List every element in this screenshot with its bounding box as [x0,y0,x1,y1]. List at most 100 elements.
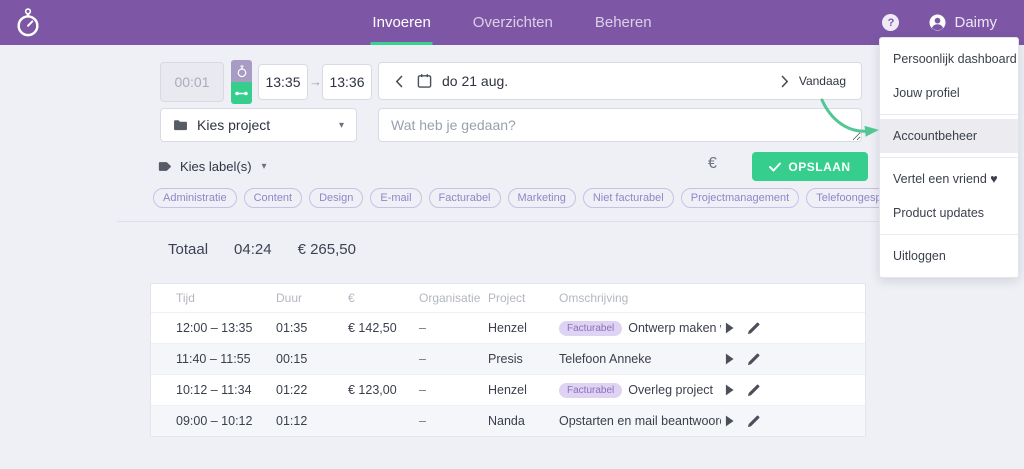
menu-item-uitloggen[interactable]: Uitloggen [880,239,1018,273]
facturabel-badge: Facturabel [559,321,622,336]
menu-item-accountbeheer[interactable]: Accountbeheer [880,119,1018,153]
menu-item-product-updates[interactable]: Product updates [880,196,1018,230]
table-header-row: Tijd Duur € Organisatie Project Omschrij… [151,284,865,312]
menu-item-jouw-profiel[interactable]: Jouw profiel [880,76,1018,110]
next-day-icon[interactable] [771,75,799,88]
save-button-label: OPSLAAN [788,160,850,174]
play-icon[interactable] [725,384,734,396]
time-range-mode-icon[interactable] [231,82,252,104]
cell-omschrijving: Telefoon Anneke [559,352,721,366]
user-name: Daimy [954,14,997,31]
chevron-down-icon: ▾ [262,161,267,172]
totals-row: Totaal 04:24 € 265,50 [168,241,356,258]
tag-icon [158,161,172,172]
menu-item-vertel-een-vriend[interactable]: Vertel een vriend ♥ [880,162,1018,196]
label-pill[interactable]: Projectmanagement [681,188,799,208]
col-header-organisatie: Organisatie [419,291,488,305]
today-button[interactable]: Vandaag [799,74,861,88]
label-options-row: Administratie Content Design E-mail Fact… [153,188,793,208]
play-icon[interactable] [725,415,734,427]
checkmark-icon [769,162,781,172]
col-header-omschrijving: Omschrijving [559,291,721,305]
calendar-icon [417,73,432,89]
current-date-label[interactable]: do 21 aug. [442,73,508,89]
table-row: 09:00 – 10:12 01:12 – Nanda Opstarten en… [151,405,865,436]
description-text: Overleg project [628,383,713,397]
time-arrow-icon: → [309,74,322,89]
menu-divider [880,234,1018,235]
label-pill[interactable]: Administratie [153,188,237,208]
cell-project: Presis [488,352,559,366]
project-select[interactable]: Kies project ▾ [160,108,357,142]
stopwatch-logo-icon[interactable] [14,7,42,43]
project-select-label: Kies project [197,117,270,133]
cell-tijd: 10:12 – 11:34 [151,383,276,397]
time-mode-toggle[interactable] [231,60,252,104]
cell-organisatie: – [419,321,488,335]
cell-bedrag: € 142,50 [348,321,419,335]
label-pill[interactable]: Marketing [508,188,576,208]
user-menu-button[interactable]: Daimy [929,14,997,31]
label-pill[interactable]: E-mail [370,188,421,208]
cell-organisatie: – [419,383,488,397]
previous-day-icon[interactable] [379,75,417,88]
end-time-input[interactable] [322,64,372,100]
description-text: Telefoon Anneke [559,352,651,366]
cell-duur: 01:22 [276,383,348,397]
label-pill[interactable]: Design [309,188,363,208]
play-icon[interactable] [725,322,734,334]
play-icon[interactable] [725,353,734,365]
currency-symbol: € [708,155,717,173]
col-header-project: Project [488,291,559,305]
label-pill[interactable]: Niet facturabel [583,188,674,208]
row-actions [721,322,760,335]
menu-item-persoonlijk-dashboard[interactable]: Persoonlijk dashboard [880,42,1018,76]
date-picker: do 21 aug. Vandaag [378,62,862,100]
edit-icon[interactable] [747,322,760,335]
save-button[interactable]: OPSLAAN [752,152,868,181]
app-header: Invoeren Overzichten Beheren ? Daimy [0,0,1024,45]
cell-omschrijving: Facturabel Overleg project [559,383,721,398]
user-avatar-icon [929,14,946,31]
cell-organisatie: – [419,352,488,366]
tab-beheren[interactable]: Beheren [593,0,654,45]
tab-overzichten[interactable]: Overzichten [471,0,555,45]
total-duration: 04:24 [234,241,272,258]
cell-duur: 01:12 [276,414,348,428]
cell-omschrijving: Opstarten en mail beantwoord... [559,414,721,428]
labels-dropdown-label: Kies label(s) [180,159,252,174]
stopwatch-mode-icon[interactable] [231,60,252,82]
tab-invoeren[interactable]: Invoeren [370,0,432,45]
description-input[interactable] [378,108,862,142]
row-actions [721,415,760,428]
timer-display: 00:01 [160,62,224,102]
menu-divider [880,157,1018,158]
cell-duur: 01:35 [276,321,348,335]
row-actions [721,353,760,366]
cell-tijd: 11:40 – 11:55 [151,352,276,366]
labels-dropdown-button[interactable]: Kies label(s) ▾ [158,159,267,174]
col-header-tijd: Tijd [151,291,276,305]
label-pill[interactable]: Content [244,188,303,208]
start-time-input[interactable] [258,64,308,100]
edit-icon[interactable] [747,384,760,397]
cell-duur: 00:15 [276,352,348,366]
entries-table: Tijd Duur € Organisatie Project Omschrij… [150,283,866,437]
account-dropdown-menu: Persoonlijk dashboard Jouw profiel Accou… [879,37,1019,278]
section-divider [117,221,907,222]
cell-organisatie: – [419,414,488,428]
cell-bedrag: € 123,00 [348,383,419,397]
total-amount: € 265,50 [298,241,356,258]
edit-icon[interactable] [747,353,760,366]
folder-icon [173,119,188,131]
menu-divider [880,114,1018,115]
row-actions [721,384,760,397]
cell-omschrijving: Facturabel Ontwerp maken we... [559,321,721,336]
edit-icon[interactable] [747,415,760,428]
cell-tijd: 09:00 – 10:12 [151,414,276,428]
label-pill[interactable]: Facturabel [429,188,501,208]
help-icon[interactable]: ? [882,14,899,31]
col-header-duur: Duur [276,291,348,305]
facturabel-badge: Facturabel [559,383,622,398]
table-row: 10:12 – 11:34 01:22 € 123,00 – Henzel Fa… [151,374,865,405]
